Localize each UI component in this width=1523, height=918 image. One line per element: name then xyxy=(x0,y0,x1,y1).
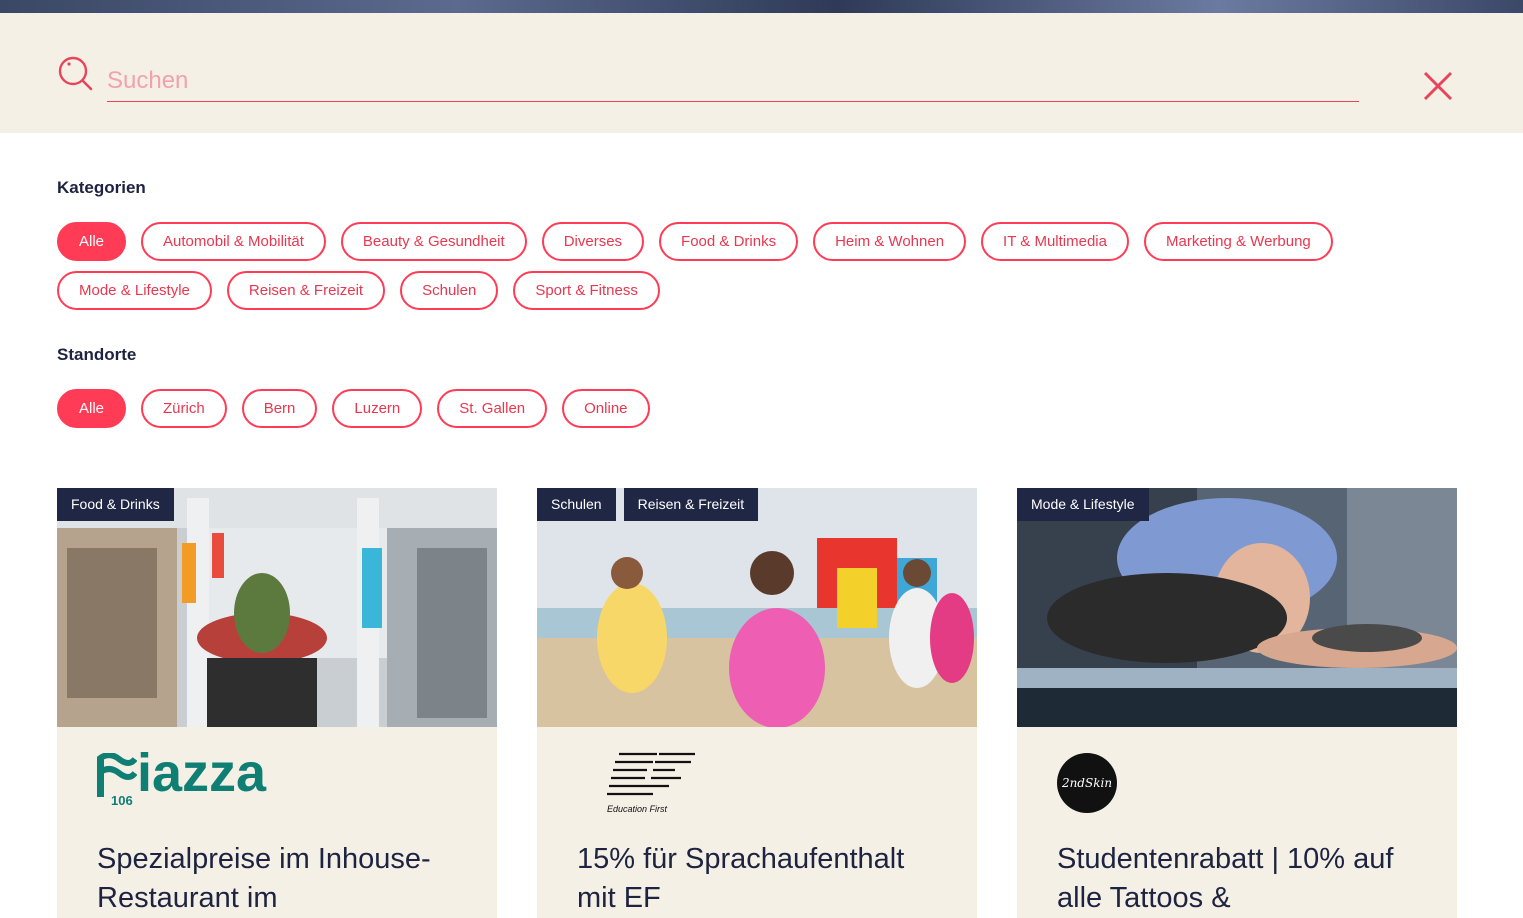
hero-image-strip xyxy=(0,0,1523,13)
piazza-logo: iazza 106 xyxy=(97,743,317,813)
card-title: Spezialpreise im Inhouse-Restaurant im xyxy=(97,843,431,914)
category-chip-beauty[interactable]: Beauty & Gesundheit xyxy=(340,222,527,261)
category-chip-marketing[interactable]: Marketing & Werbung xyxy=(1143,222,1333,261)
card-title: Studentenrabatt | 10% auf alle Tattoos & xyxy=(1057,843,1394,914)
location-chips-row: Alle Zürich Bern Luzern St. Gallen Onlin… xyxy=(57,389,650,428)
category-chips-row-1: Alle Automobil & Mobilität Beauty & Gesu… xyxy=(57,222,1333,261)
location-chip-bern[interactable]: Bern xyxy=(241,389,318,428)
ef-logo-subtitle: Education First xyxy=(607,804,668,814)
location-chip-st-gallen[interactable]: St. Gallen xyxy=(437,389,548,428)
card-image-tattoo xyxy=(1017,488,1457,727)
category-tag[interactable]: Schulen xyxy=(537,488,616,521)
category-tag[interactable]: Mode & Lifestyle xyxy=(1017,488,1149,521)
locations-title: Standorte xyxy=(57,345,137,364)
close-icon[interactable] xyxy=(1420,68,1456,104)
location-chip-luzern[interactable]: Luzern xyxy=(332,389,423,428)
ef-logo: EF Education First xyxy=(607,750,707,814)
card-tags: Food & Drinks xyxy=(57,488,174,521)
secondskin-logo: 2ndSkin xyxy=(1057,753,1117,813)
category-chip-food[interactable]: Food & Drinks xyxy=(659,222,799,261)
secondskin-logo-text: 2ndSkin xyxy=(1061,776,1113,790)
offer-card[interactable]: Mode & Lifestyle 2ndSkin Studentenrabatt… xyxy=(1017,488,1457,918)
card-image-students xyxy=(537,488,977,727)
piazza-logo-number: 106 xyxy=(111,793,133,808)
ef-logo-mark xyxy=(607,752,695,796)
card-image-restaurant xyxy=(57,488,497,727)
location-chip-alle[interactable]: Alle xyxy=(57,389,127,428)
search-bar xyxy=(0,13,1523,133)
categories-title: Kategorien xyxy=(57,178,146,197)
category-chip-sport[interactable]: Sport & Fitness xyxy=(513,271,660,310)
offer-card[interactable]: Schulen Reisen & Freizeit EF Education F… xyxy=(537,488,977,918)
category-chip-it[interactable]: IT & Multimedia xyxy=(981,222,1129,261)
piazza-logo-text: iazza xyxy=(137,743,267,803)
card-title: 15% für Sprachaufenthalt mit EF xyxy=(577,843,905,914)
category-chip-schulen[interactable]: Schulen xyxy=(400,271,499,310)
category-chip-automobil[interactable]: Automobil & Mobilität xyxy=(141,222,326,261)
category-chip-mode[interactable]: Mode & Lifestyle xyxy=(57,271,212,310)
category-chip-heim[interactable]: Heim & Wohnen xyxy=(813,222,967,261)
category-tag[interactable]: Reisen & Freizeit xyxy=(623,488,759,521)
location-chip-zuerich[interactable]: Zürich xyxy=(141,389,227,428)
search-icon xyxy=(58,56,93,91)
location-chip-online[interactable]: Online xyxy=(562,389,650,428)
category-chip-diverses[interactable]: Diverses xyxy=(541,222,645,261)
card-tags: Schulen Reisen & Freizeit xyxy=(537,488,759,521)
offer-card[interactable]: Food & Drinks iazza 106 Spezialpreise im… xyxy=(57,488,497,918)
search-input[interactable] xyxy=(107,61,1359,102)
category-chips-row-2: Mode & Lifestyle Reisen & Freizeit Schul… xyxy=(57,271,660,310)
card-tags: Mode & Lifestyle xyxy=(1017,488,1149,521)
category-tag[interactable]: Food & Drinks xyxy=(57,488,174,521)
category-chip-alle[interactable]: Alle xyxy=(57,222,127,261)
category-chip-reisen[interactable]: Reisen & Freizeit xyxy=(226,271,386,310)
